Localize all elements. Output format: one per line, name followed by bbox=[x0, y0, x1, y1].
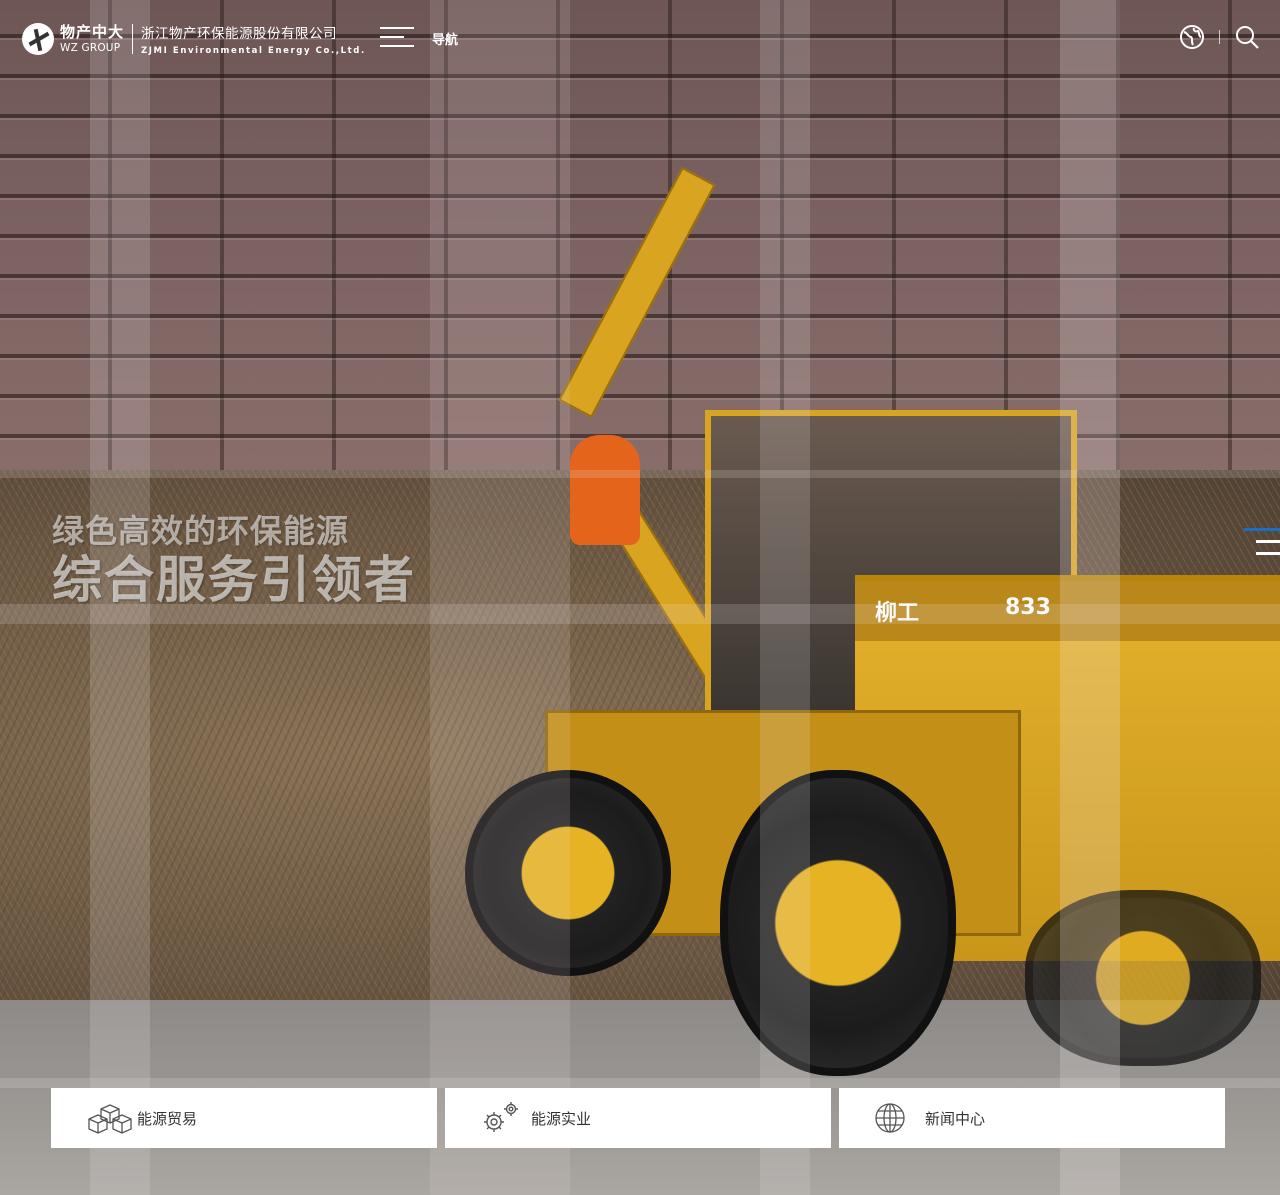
menu-icon bbox=[380, 26, 414, 48]
overlay-hline bbox=[0, 1078, 1280, 1088]
quick-link-label: 能源贸易 bbox=[137, 1109, 198, 1128]
quick-link-energy-trade[interactable]: 能源贸易 bbox=[51, 1088, 437, 1148]
header-tools bbox=[1179, 24, 1260, 50]
nav-menu-button[interactable]: 导航 bbox=[380, 26, 458, 48]
logo-divider bbox=[132, 24, 134, 54]
overlay-stripe bbox=[760, 0, 810, 1195]
quick-links: 能源贸易 能源实业 新闻中心 bbox=[51, 1088, 1225, 1148]
company-name-en: ZJMI Environmental Energy Co.,Ltd. bbox=[141, 46, 366, 56]
cubes-icon bbox=[88, 1104, 132, 1134]
company-name-cn: 浙江物产环保能源股份有限公司 bbox=[141, 26, 338, 42]
slogan-line-2: 综合服务引领者 bbox=[52, 551, 416, 610]
wz-group-logo-icon bbox=[22, 23, 54, 55]
pager-item-1[interactable] bbox=[1244, 528, 1280, 531]
quick-link-energy-industry[interactable]: 能源实业 bbox=[445, 1088, 831, 1148]
logo-wordmark: 物产中大 WZ GROUP bbox=[60, 22, 125, 54]
quick-link-label: 新闻中心 bbox=[925, 1109, 986, 1128]
overlay-stripe bbox=[1060, 0, 1120, 1195]
slide-pager bbox=[1244, 528, 1280, 564]
overlay-stripe bbox=[430, 0, 570, 1195]
quick-link-label: 能源实业 bbox=[531, 1109, 592, 1128]
logo-en-text: WZ GROUP bbox=[60, 41, 121, 54]
hero-slogan: 绿色高效的环保能源 综合服务引领者 bbox=[52, 512, 416, 610]
worker-figure bbox=[570, 435, 640, 545]
pager-item-3[interactable] bbox=[1256, 552, 1280, 555]
logo-cn-text: 物产中大 bbox=[60, 22, 125, 41]
tool-separator bbox=[1219, 30, 1220, 44]
company-name: 浙江物产环保能源股份有限公司 ZJMI Environmental Energy… bbox=[141, 22, 366, 56]
search-icon[interactable] bbox=[1234, 24, 1260, 50]
overlay-hline bbox=[0, 470, 1280, 478]
pager-item-2[interactable] bbox=[1256, 540, 1280, 543]
nav-label: 导航 bbox=[432, 32, 459, 48]
globe-icon[interactable] bbox=[1179, 24, 1205, 50]
quick-link-news-center[interactable]: 新闻中心 bbox=[839, 1088, 1225, 1148]
gears-icon bbox=[484, 1102, 518, 1132]
wheel-loader-image: 柳工 833 bbox=[465, 166, 1280, 1090]
site-logo[interactable]: 物产中大 WZ GROUP 浙江物产环保能源股份有限公司 ZJMI Enviro… bbox=[22, 22, 366, 56]
loader-middle-wheel bbox=[720, 770, 956, 1076]
slogan-line-1: 绿色高效的环保能源 bbox=[52, 512, 350, 550]
site-header: 物产中大 WZ GROUP 浙江物产环保能源股份有限公司 ZJMI Enviro… bbox=[0, 0, 1280, 76]
globe-icon bbox=[875, 1103, 905, 1133]
